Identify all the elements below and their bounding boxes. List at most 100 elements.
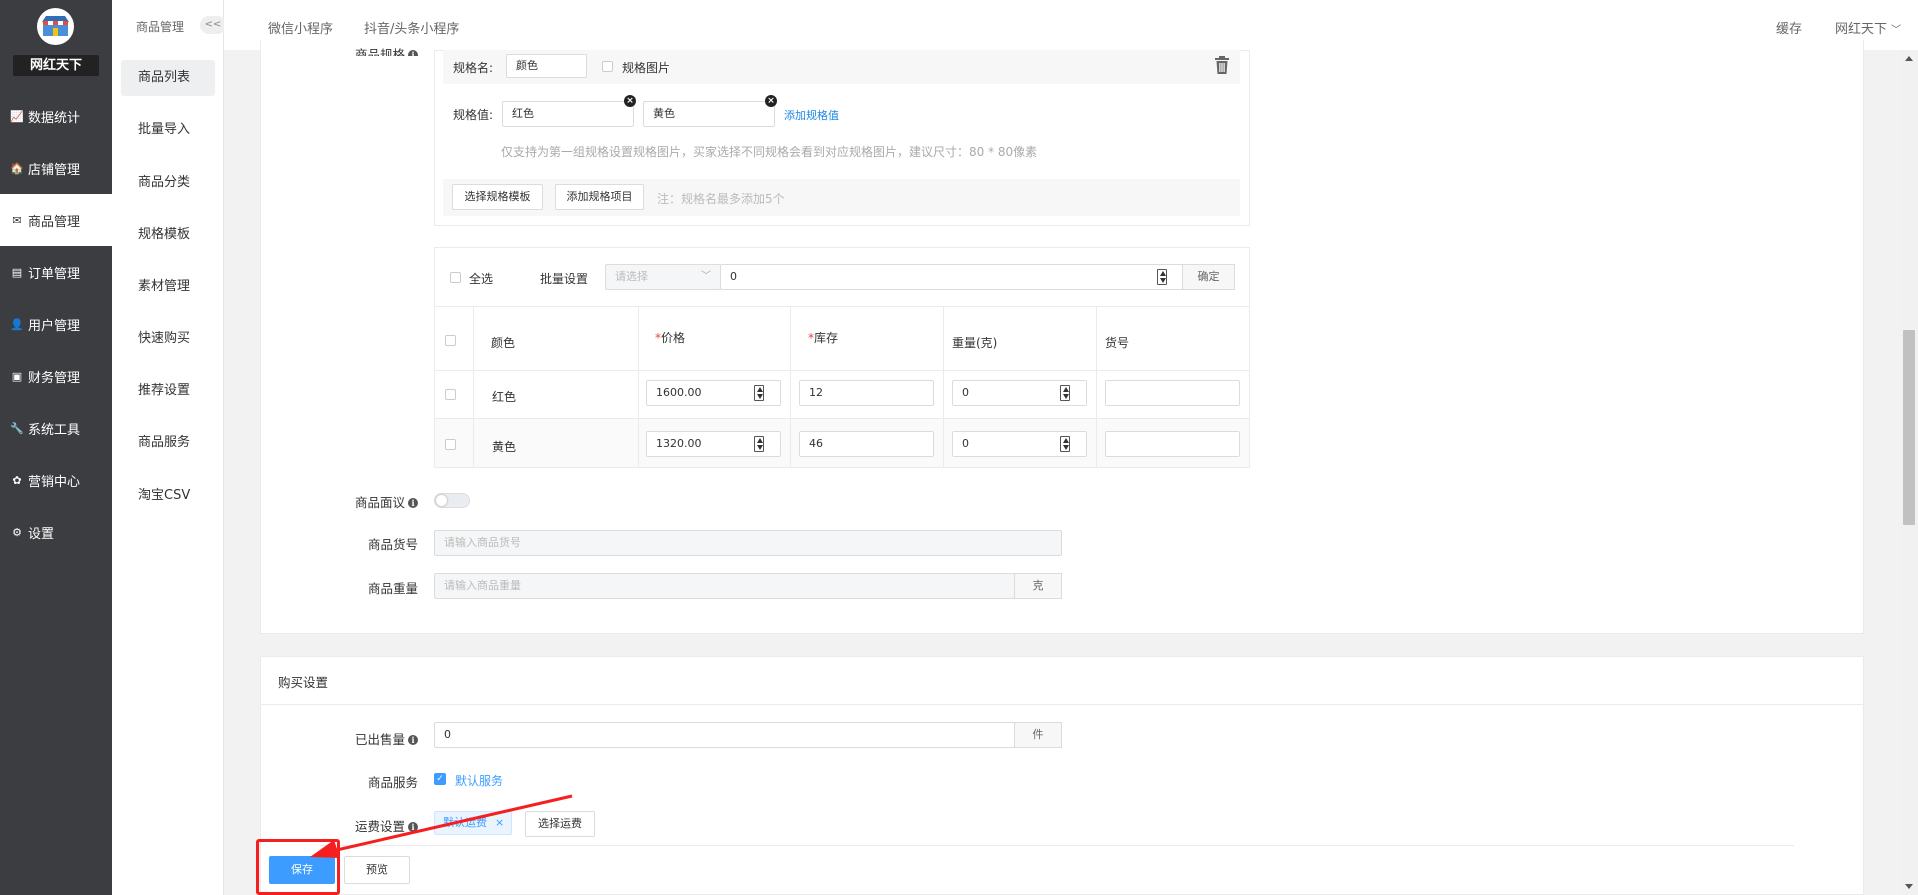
- info-icon: i: [408, 498, 418, 508]
- sku-code-input[interactable]: [1105, 380, 1240, 406]
- nav-label: 数据统计: [28, 110, 81, 126]
- store-icon: 🏠: [10, 161, 24, 175]
- remove-value-icon[interactable]: ×: [624, 95, 636, 107]
- nav-label: 设置: [28, 526, 55, 542]
- spec-value-input-red[interactable]: 红色: [502, 101, 634, 127]
- nav-item-stats[interactable]: 📈 数据统计: [0, 90, 112, 142]
- sold-unit: 件: [1014, 722, 1062, 748]
- nav-label: 订单管理: [28, 266, 81, 282]
- add-spec-value-link[interactable]: 添加规格值: [784, 107, 839, 123]
- nav-item-finance[interactable]: ▣ 财务管理: [0, 350, 112, 402]
- stepper-icon[interactable]: [1157, 269, 1167, 285]
- negotiable-toggle[interactable]: [434, 493, 470, 508]
- batch-setting-label: 批量设置: [540, 272, 589, 286]
- scroll-down-icon[interactable]: [1905, 884, 1913, 889]
- tab-wechat-miniprogram[interactable]: 微信小程序: [268, 18, 333, 37]
- subnav-item-quick-buy[interactable]: 快速购买: [121, 321, 215, 357]
- chevron-down-icon: ﹀: [701, 271, 711, 282]
- sub-sidebar: 商品管理 商品列表 批量导入 商品分类 规格模板 素材管理 快速购买 推荐设置 …: [112, 0, 224, 895]
- checkbox-checked-icon[interactable]: ✓: [434, 773, 446, 785]
- goods-code-input[interactable]: 请输入商品货号: [434, 530, 1062, 556]
- nav-label: 系统工具: [28, 422, 81, 438]
- stock-input[interactable]: 46: [799, 431, 934, 457]
- nav-item-users[interactable]: 👤 用户管理: [0, 298, 112, 350]
- sku-code-input[interactable]: [1105, 431, 1240, 457]
- row-checkbox[interactable]: [445, 389, 456, 400]
- goods-code-label: 商品货号: [367, 537, 418, 552]
- weight-unit: 克: [1014, 573, 1062, 599]
- info-icon: i: [408, 735, 418, 745]
- batch-value-input[interactable]: 0: [720, 264, 1183, 290]
- batch-confirm-button[interactable]: 确定: [1182, 264, 1235, 290]
- preview-button[interactable]: 预览: [344, 856, 410, 884]
- spec-value-label: 规格值:: [453, 108, 494, 122]
- nav-item-store[interactable]: 🏠 店铺管理: [0, 142, 112, 194]
- service-label: 商品服务: [367, 775, 418, 790]
- row-checkbox[interactable]: [445, 439, 456, 450]
- stepper-icon[interactable]: [754, 436, 764, 452]
- subnav-item-goods-list[interactable]: 商品列表: [121, 60, 215, 96]
- goods-weight-label: 商品重量: [367, 581, 418, 596]
- col-price: *价格: [655, 331, 686, 345]
- sold-label: 已出售量 i: [330, 729, 418, 748]
- brand-name: 网红天下: [13, 55, 99, 76]
- tab-douyin-miniprogram[interactable]: 抖音/头条小程序: [364, 18, 459, 37]
- spec-image-checkbox[interactable]: [602, 61, 613, 72]
- cache-button[interactable]: 缓存: [1776, 18, 1802, 37]
- row-color: 红色: [492, 390, 517, 404]
- select-all-label: 全选: [469, 272, 494, 286]
- nav-label: 营销中心: [28, 474, 81, 490]
- stepper-icon[interactable]: [754, 385, 764, 401]
- stock-input[interactable]: 12: [799, 380, 934, 406]
- subnav-item-category[interactable]: 商品分类: [121, 165, 215, 201]
- user-menu[interactable]: 网红天下 ﹀: [1835, 18, 1901, 37]
- scrollbar-thumb[interactable]: [1903, 330, 1915, 525]
- subnav-item-batch-import[interactable]: 批量导入: [121, 112, 215, 148]
- nav-item-settings[interactable]: ⚙ 设置: [0, 506, 112, 558]
- nav-item-goods[interactable]: ✉ 商品管理: [0, 194, 112, 246]
- col-weight: 重量(克): [952, 336, 998, 350]
- stepper-icon[interactable]: [1060, 385, 1070, 401]
- settings-icon: ⚙: [12, 525, 22, 539]
- main-sidebar: 网红天下 📈 数据统计 🏠 店铺管理 ✉ 商品管理 ▤ 订单管理 👤 用户管理 ▣ 财务管理…: [0, 0, 112, 895]
- spec-name-input[interactable]: 颜色: [506, 54, 587, 78]
- negotiable-label: 商品面议 i: [330, 492, 418, 511]
- add-spec-item-button[interactable]: 添加规格项目: [555, 184, 644, 210]
- subnav-item-taobao-csv[interactable]: 淘宝CSV: [121, 478, 215, 514]
- user-name: 网红天下: [1835, 22, 1888, 37]
- vertical-scrollbar[interactable]: [1900, 50, 1918, 895]
- subnav-item-spec-template[interactable]: 规格模板: [121, 217, 215, 253]
- select-placeholder: 请选择: [615, 270, 648, 283]
- scroll-up-icon[interactable]: [1905, 56, 1913, 61]
- trash-icon[interactable]: [1214, 56, 1230, 74]
- collapse-sidebar-button[interactable]: <<: [200, 16, 226, 34]
- nav-label: 店铺管理: [28, 162, 81, 178]
- nav-item-marketing[interactable]: ✿ 营销中心: [0, 454, 112, 506]
- nav-item-orders[interactable]: ▤ 订单管理: [0, 246, 112, 298]
- header-checkbox[interactable]: [445, 335, 456, 346]
- nav-label: 商品管理: [28, 214, 81, 230]
- wrench-icon: 🔧: [10, 421, 24, 435]
- nav-item-tools[interactable]: 🔧 系统工具: [0, 402, 112, 454]
- stepper-icon[interactable]: [1060, 436, 1070, 452]
- subnav-item-services[interactable]: 商品服务: [121, 425, 215, 461]
- spec-value-input-yellow[interactable]: 黄色: [643, 101, 775, 127]
- nav-label: 用户管理: [28, 318, 81, 334]
- sold-input[interactable]: 0: [434, 722, 1015, 748]
- goods-icon: ✉: [12, 213, 22, 227]
- subnav-item-recommend[interactable]: 推荐设置: [121, 373, 215, 409]
- service-option[interactable]: 默认服务: [455, 772, 503, 789]
- select-all-checkbox[interactable]: [450, 272, 461, 283]
- remove-value-icon[interactable]: ×: [765, 95, 777, 107]
- finance-icon: ▣: [11, 369, 23, 383]
- order-icon: ▤: [11, 265, 23, 279]
- col-color: 颜色: [491, 336, 516, 350]
- chart-icon: 📈: [10, 109, 24, 123]
- goods-weight-input[interactable]: 请输入商品重量: [434, 573, 1015, 599]
- choose-spec-template-button[interactable]: 选择规格模板: [452, 184, 543, 210]
- chevron-down-icon: ﹀: [1891, 25, 1902, 36]
- subnav-item-materials[interactable]: 素材管理: [121, 269, 215, 305]
- batch-field-select[interactable]: 请选择 ﹀: [605, 264, 721, 290]
- save-button[interactable]: 保存: [269, 856, 335, 884]
- spec-section-label: 商品规格 i: [330, 44, 418, 56]
